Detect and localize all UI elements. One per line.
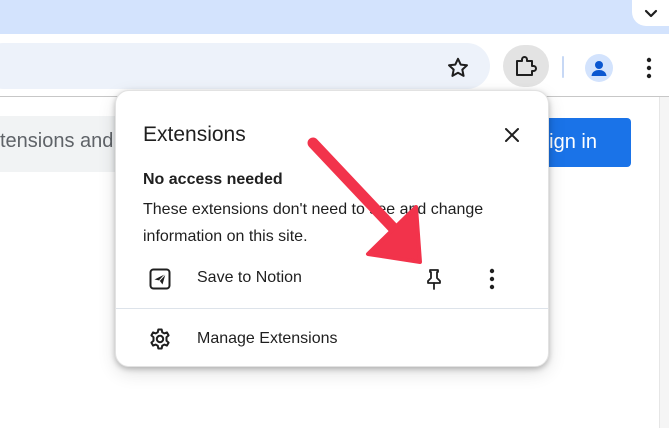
popup-title: Extensions <box>143 123 246 146</box>
section-heading: No access needed <box>143 171 283 188</box>
browser-window: tensions and Sign in Extensions No acces… <box>0 0 669 428</box>
extension-name: Save to Notion <box>197 269 302 286</box>
address-bar[interactable] <box>0 43 490 89</box>
close-button[interactable] <box>498 121 526 149</box>
tab-search-button[interactable] <box>632 0 669 26</box>
extension-more-button[interactable] <box>480 265 504 293</box>
kebab-icon <box>646 57 652 79</box>
chrome-menu-button[interactable] <box>636 53 662 83</box>
pin-icon <box>427 269 441 290</box>
toolbar-separator <box>562 56 564 78</box>
gear-icon <box>148 327 172 351</box>
extensions-button[interactable] <box>503 45 549 87</box>
extensions-popup: Extensions No access needed These extens… <box>115 90 549 367</box>
page-scrollbar[interactable] <box>659 97 669 428</box>
manage-extensions-button[interactable]: Manage Extensions <box>116 319 548 359</box>
section-description: These extensions don't need to see and c… <box>143 201 484 245</box>
person-icon <box>591 61 607 76</box>
bookmark-button[interactable] <box>442 52 474 84</box>
pin-button[interactable] <box>420 265 448 293</box>
page-search-text: tensions and <box>0 130 114 152</box>
puzzle-icon <box>516 56 537 76</box>
tab-strip <box>0 0 669 34</box>
notion-send-icon <box>148 267 172 291</box>
kebab-icon <box>489 268 495 290</box>
avatar <box>585 54 613 82</box>
browser-toolbar <box>0 34 669 97</box>
manage-extensions-label: Manage Extensions <box>197 330 338 347</box>
close-icon <box>505 128 519 142</box>
profile-button[interactable] <box>584 53 614 83</box>
extension-row-save-to-notion[interactable]: Save to Notion <box>116 259 548 299</box>
star-icon <box>448 57 468 77</box>
chevron-down-icon <box>644 9 658 18</box>
divider <box>116 308 548 309</box>
